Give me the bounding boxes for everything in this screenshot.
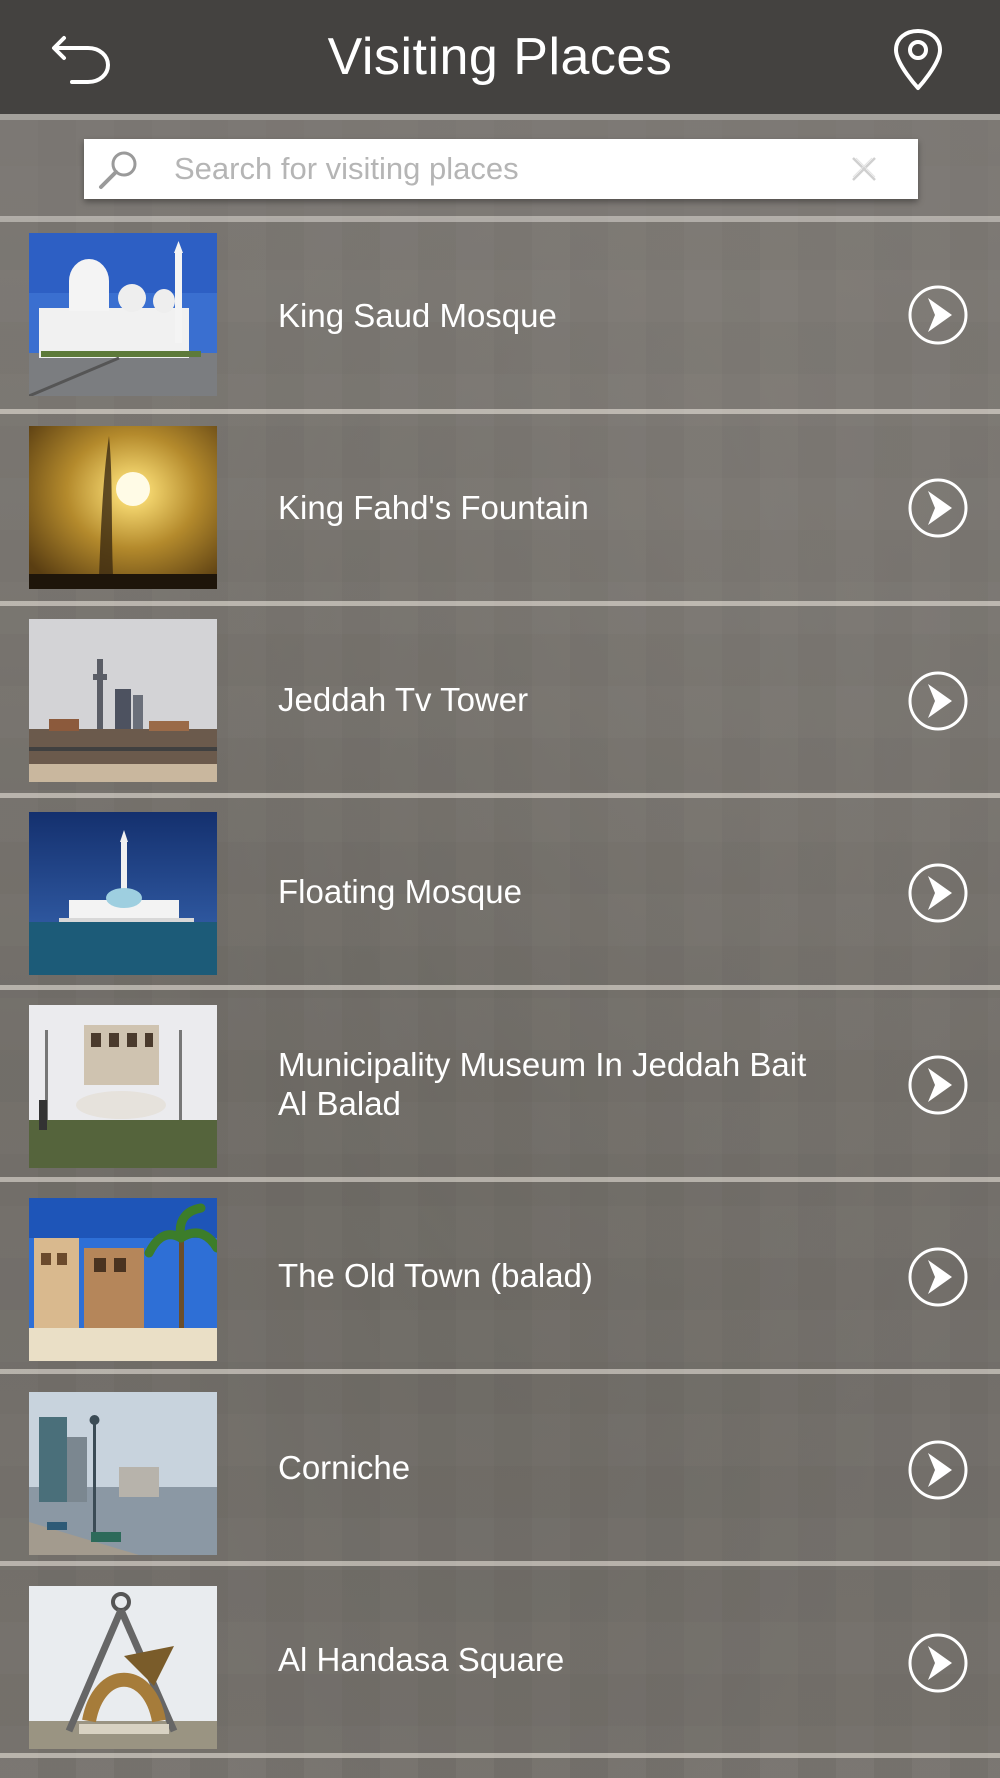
place-thumbnail bbox=[29, 619, 217, 782]
clear-search-icon[interactable] bbox=[850, 155, 878, 183]
place-thumbnail bbox=[29, 1198, 217, 1361]
place-thumbnail bbox=[29, 233, 217, 396]
place-name: The Old Town (balad) bbox=[278, 1257, 593, 1294]
location-button[interactable] bbox=[890, 28, 946, 92]
row-divider bbox=[0, 1753, 1000, 1758]
map-pin-icon bbox=[894, 29, 942, 90]
place-thumbnail bbox=[29, 1005, 217, 1168]
place-name: Floating Mosque bbox=[278, 873, 522, 910]
place-name: Jeddah Tv Tower bbox=[278, 681, 529, 718]
place-thumbnail bbox=[29, 426, 217, 589]
place-name: Al Handasa Square bbox=[278, 1641, 565, 1678]
chevron-right-icon[interactable] bbox=[907, 862, 969, 924]
chevron-right-icon[interactable] bbox=[907, 670, 969, 732]
chevron-right-icon[interactable] bbox=[907, 477, 969, 539]
place-name: Municipality Museum In Jeddah Bait Al Ba… bbox=[278, 1045, 807, 1122]
chevron-right-icon[interactable] bbox=[907, 1246, 969, 1308]
search-input[interactable] bbox=[174, 139, 814, 199]
back-arrow-icon bbox=[52, 36, 111, 84]
place-name: King Saud Mosque bbox=[278, 297, 557, 334]
back-button[interactable] bbox=[50, 30, 114, 86]
chevron-right-icon[interactable] bbox=[907, 1054, 969, 1116]
place-name: King Fahd's Fountain bbox=[278, 489, 589, 526]
search-icon bbox=[99, 151, 137, 189]
chevron-right-icon[interactable] bbox=[907, 1439, 969, 1501]
place-thumbnail bbox=[29, 1392, 217, 1555]
page-title: Visiting Places bbox=[327, 28, 673, 86]
place-thumbnail bbox=[29, 1586, 217, 1749]
place-thumbnail bbox=[29, 812, 217, 975]
chevron-right-icon[interactable] bbox=[907, 1632, 969, 1694]
search-box[interactable] bbox=[84, 139, 918, 199]
top-bar: Visiting Places bbox=[0, 0, 1000, 114]
place-name: Corniche bbox=[278, 1449, 411, 1486]
chevron-right-icon[interactable] bbox=[907, 284, 969, 346]
app-root: Visiting Places Search for visiting plac… bbox=[0, 0, 1000, 1778]
